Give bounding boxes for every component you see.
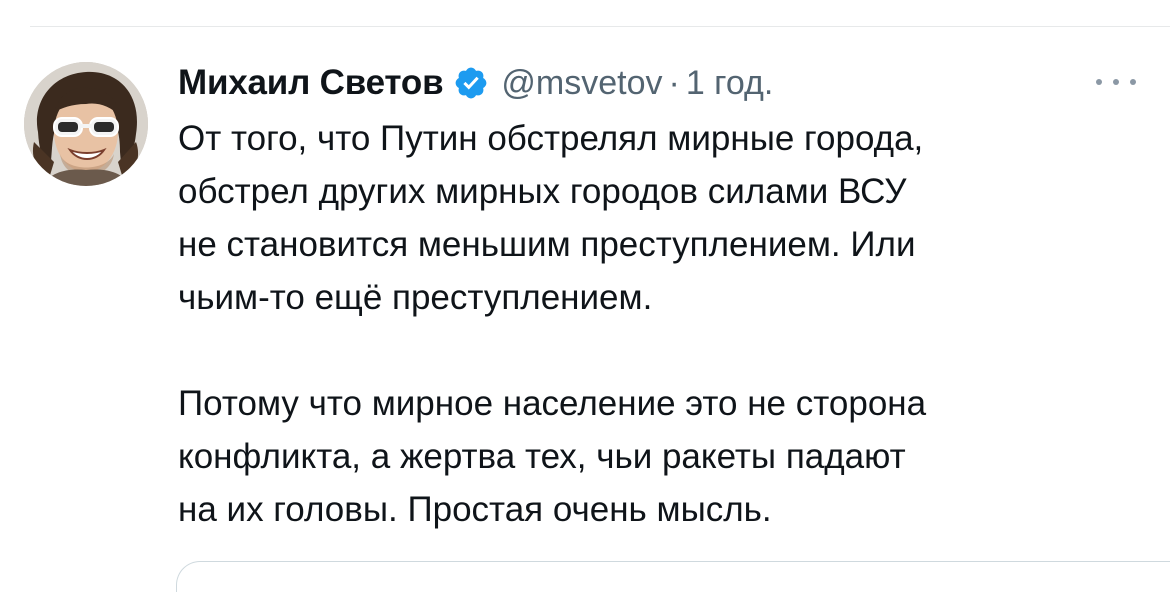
tweet-timestamp[interactable]: 1 год.: [686, 64, 773, 103]
tweet[interactable]: Михаил Светов @msvetov · 1 год. От того,…: [0, 0, 1170, 592]
tweet-header: Михаил Светов @msvetov · 1 год.: [178, 56, 773, 110]
tweet-paragraph: Потому что мирное население это не сторо…: [178, 384, 927, 529]
quoted-card-edge: [176, 561, 1170, 592]
avatar-photo: [24, 62, 148, 186]
tweet-paragraph: От того, что Путин обстрелял мирные горо…: [178, 119, 924, 317]
more-dot: [1130, 79, 1136, 85]
more-dot: [1096, 79, 1102, 85]
avatar[interactable]: [24, 62, 148, 186]
separator-dot: ·: [668, 63, 680, 102]
more-dot: [1113, 79, 1119, 85]
author-handle[interactable]: @msvetov: [501, 64, 662, 103]
tweet-text: От того, что Путин обстрелял мирные горо…: [178, 112, 1138, 536]
author-display-name[interactable]: Михаил Светов: [178, 63, 444, 103]
verified-badge-icon[interactable]: [453, 65, 489, 101]
more-options-icon[interactable]: [1096, 68, 1136, 96]
